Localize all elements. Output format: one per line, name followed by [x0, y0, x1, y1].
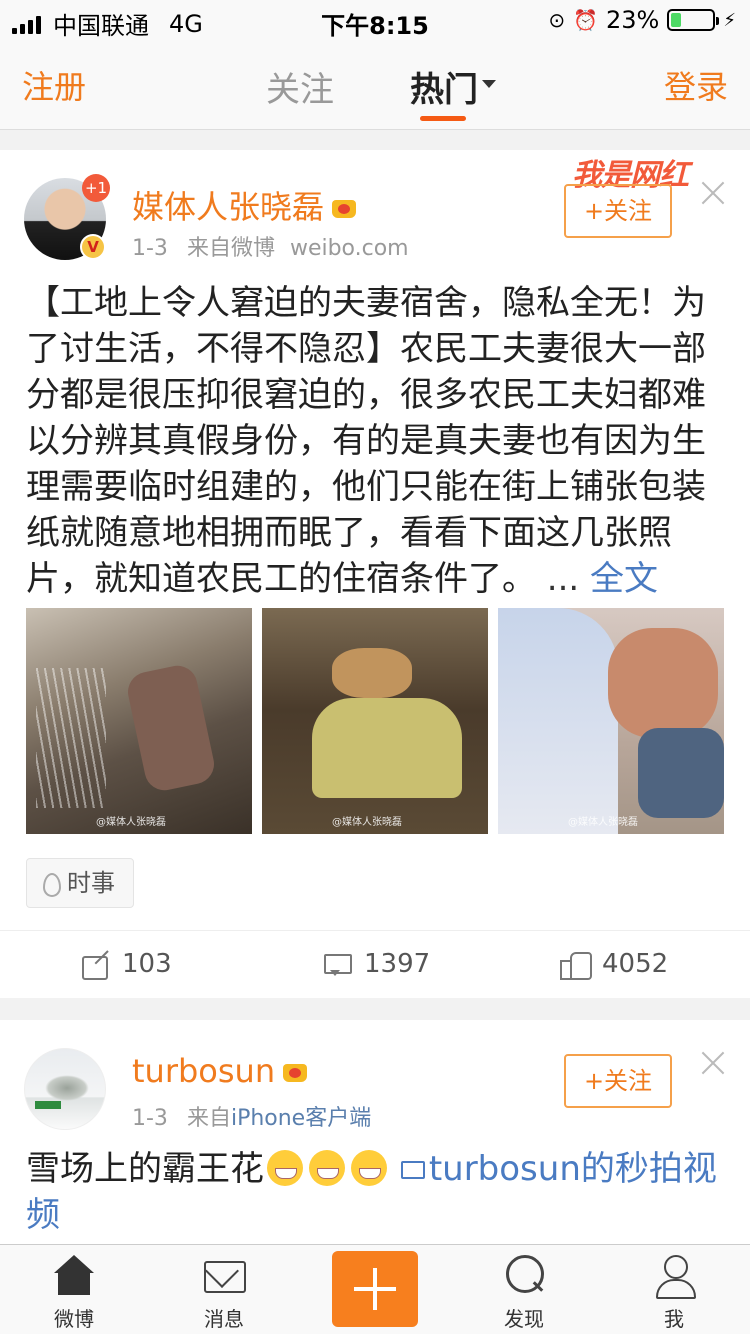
close-icon[interactable] [700, 180, 726, 206]
login-button[interactable]: 登录 [664, 62, 728, 108]
photo-watermark: @媒体人张晓磊 [96, 817, 166, 828]
battery-icon [667, 9, 720, 31]
action-bar: 103 1397 4052 [0, 930, 750, 998]
topic-label: 时事 [67, 869, 115, 897]
post-source-prefix: 来自 [186, 1106, 231, 1131]
grin-emoji-icon [351, 1150, 387, 1186]
photo-grid: @媒体人张晓磊 @媒体人张晓磊 @媒体人张晓磊 [26, 608, 724, 834]
battery-percent: 23% [606, 6, 660, 34]
thumbs-up-icon [560, 950, 592, 980]
top-nav: 注册 关注 热门 登录 [0, 40, 750, 130]
crown-icon [330, 194, 358, 220]
charging-icon: ⚡ [723, 9, 736, 31]
username-text[interactable]: turbosun [132, 1052, 275, 1090]
envelope-icon [202, 1253, 246, 1297]
battery-fill [671, 13, 681, 27]
tab-home-label: 微博 [54, 1307, 94, 1331]
alarm-icon: ⏰ [573, 8, 599, 32]
grin-emoji-icon [267, 1150, 303, 1186]
home-icon [52, 1253, 96, 1297]
post-text: 【工地上令人窘迫的夫妻宿舍，隐私全无！为了讨生活，不得不隐忍】农民工夫妻很大一部… [26, 280, 726, 602]
follow-button[interactable]: +关注 [564, 184, 672, 238]
verified-badge-icon: V [80, 234, 106, 260]
tab-follow[interactable]: 关注 [266, 62, 334, 111]
post-source: weibo.com [289, 236, 409, 261]
tab-discover[interactable]: 发现 [474, 1253, 574, 1332]
post-body: 雪场上的霸王花 [26, 1149, 264, 1189]
like-button[interactable]: 4052 [560, 949, 669, 980]
comment-button[interactable]: 1397 [322, 949, 430, 979]
post-meta: 1-3 来自微博 weibo.com [132, 230, 409, 262]
repost-button[interactable]: 103 [80, 949, 172, 980]
username[interactable]: turbosun [132, 1052, 309, 1090]
post-source-prefix: 来自微博 [186, 236, 275, 261]
video-camera-icon [400, 1161, 425, 1179]
username-text[interactable]: 媒体人张晓磊 [132, 188, 324, 226]
username[interactable]: 媒体人张晓磊 [132, 182, 358, 228]
tab-discover-label: 发现 [504, 1307, 544, 1331]
active-tab-indicator [420, 116, 466, 121]
post-text: 雪场上的霸王花 turbosun的秒拍视频 [26, 1146, 726, 1238]
post-body: 【工地上令人窘迫的夫妻宿舍，隐私全无！为了讨生活，不得不隐忍】农民工夫妻很大一部… [26, 283, 706, 599]
flame-icon [41, 871, 61, 897]
status-bar: 中国联通 4G 下午8:15 ⊙ ⏰ 23% ⚡ [0, 0, 750, 40]
tab-messages-label: 消息 [204, 1307, 244, 1331]
photo-thumbnail[interactable]: @媒体人张晓磊 [498, 608, 724, 834]
photo-watermark: @媒体人张晓磊 [332, 817, 402, 828]
compose-button[interactable] [332, 1251, 418, 1327]
photo-thumbnail[interactable]: @媒体人张晓磊 [26, 608, 252, 834]
comment-icon [322, 950, 352, 978]
search-icon [502, 1253, 546, 1297]
avatar[interactable] [24, 1048, 106, 1130]
like-count: 4052 [602, 949, 669, 979]
post-source[interactable]: iPhone客户端 [231, 1106, 371, 1131]
post-time: 1-3 [132, 1106, 168, 1131]
share-icon [80, 950, 110, 980]
ellipsis: ... [536, 559, 580, 599]
bottom-tab-bar: 微博 消息 发现 我 [0, 1244, 750, 1334]
register-button[interactable]: 注册 [22, 62, 86, 108]
person-icon [652, 1253, 696, 1299]
photo-watermark: @媒体人张晓磊 [568, 817, 638, 828]
caret-down-icon[interactable] [482, 80, 496, 88]
tab-me[interactable]: 我 [624, 1253, 724, 1332]
grin-emoji-icon [309, 1150, 345, 1186]
feed-card: +1 V 媒体人张晓磊 1-3 来自微博 weibo.com 我是网红 +关注 … [0, 150, 750, 998]
status-right: ⊙ ⏰ 23% ⚡ [548, 6, 736, 34]
tab-messages[interactable]: 消息 [174, 1253, 274, 1332]
post-time: 1-3 [132, 236, 168, 261]
follow-button[interactable]: +关注 [564, 1054, 672, 1108]
post-meta: 1-3 来自iPhone客户端 [132, 1100, 371, 1132]
orientation-lock-icon: ⊙ [548, 8, 566, 32]
tab-hot[interactable]: 热门 [410, 62, 478, 111]
plus-one-badge: +1 [82, 174, 110, 202]
feed-card: turbosun 1-3 来自iPhone客户端 +关注 雪场上的霸王花 tur… [0, 1020, 750, 1250]
tab-home[interactable]: 微博 [24, 1253, 124, 1332]
topic-tag[interactable]: 时事 [26, 858, 134, 908]
photo-thumbnail[interactable]: @媒体人张晓磊 [262, 608, 488, 834]
read-more-link[interactable]: 全文 [590, 559, 658, 599]
tab-me-label: 我 [664, 1307, 684, 1331]
repost-count: 103 [122, 949, 172, 979]
close-icon[interactable] [700, 1050, 726, 1076]
crown-icon [281, 1058, 309, 1084]
comment-count: 1397 [364, 949, 431, 979]
